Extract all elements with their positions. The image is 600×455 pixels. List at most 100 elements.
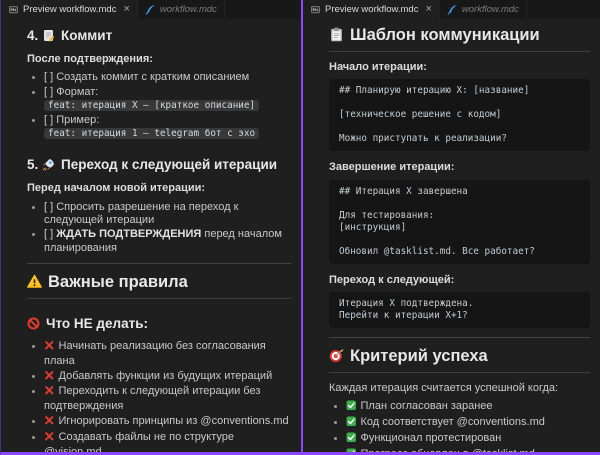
tab-label: Preview workflow.mdc [325, 4, 418, 15]
code-line: [инструкция] [339, 222, 580, 234]
code-line: [техническое решение с кодом] [339, 109, 580, 121]
paragraph: Каждая итерация считается успешной когда… [329, 381, 590, 395]
code-line: Для тестирования: [339, 210, 580, 222]
code-line [339, 121, 580, 133]
tab-workflow-mdc[interactable]: workflow.mdc [138, 0, 225, 19]
tab-label: workflow.mdc [462, 4, 519, 15]
list-item: [ ] Формат: feat: итерация X — [краткое … [44, 86, 291, 113]
tab-label: Preview workflow.mdc [23, 4, 116, 15]
section-heading: Что НЕ делать: [27, 315, 291, 334]
markdown-preview-content[interactable]: 4. Коммит После подтверждения: [ ] Создать… [1, 19, 301, 452]
code-line [339, 97, 580, 109]
list-item-text: Функционал протестирован [361, 432, 502, 444]
list-item: [ ] Пример: feat: итерация 1 — telegram … [44, 114, 291, 141]
code-line: Обновил @tasklist.md. Все работает? [339, 246, 580, 258]
list-item-text: Прогресс обновлен в @tasklist.md [361, 448, 535, 452]
check-icon [346, 432, 357, 447]
list-item: Игнорировать принципы из @conventions.md [44, 415, 291, 430]
code-line [339, 198, 580, 210]
clipboard-icon [329, 27, 344, 47]
list-item-text: [ ] [44, 228, 56, 240]
cross-icon [44, 340, 55, 355]
code-line [339, 234, 580, 246]
code-block: Итерация X подтверждена.Перейти к итерац… [329, 292, 590, 328]
code-block: ## Планирую итерацию X: [название] [техни… [329, 79, 590, 151]
list-item: Переходить к следующей итерации без подт… [44, 385, 291, 413]
heading-text: Важные правила [48, 273, 188, 291]
heading-text: Критерий успеха [350, 347, 488, 365]
list-item-text: Добавлять функции из будущих итераций [59, 370, 273, 382]
editor-panel-left: Preview workflow.mdc × workflow.mdc 4. Комм… [1, 0, 301, 452]
code-line: Перейти к итерации X+1? [339, 310, 580, 322]
bullet-list: [ ] Создать коммит с кратким описанием [ … [27, 71, 291, 140]
close-icon[interactable]: × [425, 4, 431, 15]
cross-icon [44, 385, 55, 400]
paragraph: Завершение итерации: [329, 160, 590, 174]
cross-icon [44, 370, 55, 385]
list-item-text: [ ] Формат: [44, 86, 98, 98]
warning-icon [27, 274, 42, 294]
markdown-preview-content[interactable]: Шаблон коммуникацииНачало итерации:## Пл… [303, 19, 600, 452]
bullet-list: [ ] Спросить разрешение на переход к сле… [27, 201, 291, 256]
list-item: Прогресс обновлен в @tasklist.md [346, 448, 590, 452]
list-item-text: ЖДАТЬ ПОДТВЕРЖДЕНИЯ [56, 228, 201, 240]
check-icon [346, 416, 357, 431]
markdown-preview-icon [310, 4, 321, 15]
tab-preview-workflow-mdc[interactable]: Preview workflow.mdc × [1, 0, 138, 19]
heading-text: Шаблон коммуникации [350, 26, 540, 44]
list-item-text: [ ] Создать коммит с кратким описанием [44, 71, 249, 83]
target-icon [329, 348, 344, 368]
code-line: Итерация X подтверждена. [339, 298, 580, 310]
list-item-text: Начинать реализацию без согласования пла… [44, 340, 266, 367]
prohibited-icon [27, 317, 40, 334]
cross-icon [44, 415, 55, 430]
close-icon[interactable]: × [123, 4, 129, 15]
heading-number: 4. [27, 28, 42, 43]
list-item-text: Игнорировать принципы из @conventions.md [59, 415, 289, 427]
heading-text: Коммит [61, 28, 112, 43]
list-item-text: Переходить к следующей итерации без подт… [44, 385, 260, 412]
list-item-text: Код соответствует @conventions.md [361, 416, 545, 428]
list-item: План согласован заранее [346, 400, 590, 415]
tab-label: workflow.mdc [160, 4, 217, 15]
list-item: Функционал протестирован [346, 432, 590, 447]
code-line: Можно приступать к реализации? [339, 133, 580, 145]
inline-code: feat: итерация X — [краткое описание] [44, 100, 259, 111]
paragraph: Перед началом новой итерации: [27, 181, 291, 195]
list-item: Код соответствует @conventions.md [346, 416, 590, 431]
memo-icon [42, 29, 55, 46]
check-icon [346, 448, 357, 452]
code-line: ## Итерация X завершена [339, 186, 580, 198]
editor-panel-right: Preview workflow.mdc × workflow.mdc Шаблон … [303, 0, 600, 452]
section-heading: 5. Переход к следующей итерации [27, 156, 291, 175]
list-item: [ ] ЖДАТЬ ПОДТВЕРЖДЕНИЯ перед началом пл… [44, 228, 291, 255]
list-item-text: План согласован заранее [361, 400, 493, 412]
bullet-list: План согласован заранее Код соответствует… [329, 400, 590, 452]
section-heading: Важные правила [27, 272, 291, 299]
bullet-list: Начинать реализацию без согласования пла… [27, 340, 291, 452]
list-item-text: [ ] Пример: [44, 114, 99, 126]
list-item: Добавлять функции из будущих итераций [44, 370, 291, 385]
code-line: ## Планирую итерацию X: [название] [339, 85, 580, 97]
list-item-text: Создавать файлы не по структуре @vision.… [44, 431, 234, 452]
horizontal-rule [329, 337, 590, 338]
list-item: Начинать реализацию без согласования пла… [44, 340, 291, 368]
markdown-preview-icon [8, 4, 19, 15]
paragraph: После подтверждения: [27, 52, 291, 66]
section-heading: Шаблон коммуникации [329, 25, 590, 52]
list-item: [ ] Спросить разрешение на переход к сле… [44, 201, 291, 228]
tab-preview-workflow-mdc[interactable]: Preview workflow.mdc × [303, 0, 440, 19]
inline-code: feat: итерация 1 — telegram бот с эхо [44, 128, 259, 139]
paragraph: Переход к следующей: [329, 273, 590, 287]
cross-icon [44, 431, 55, 446]
tab-bar: Preview workflow.mdc × workflow.mdc [1, 0, 301, 19]
heading-text: Что НЕ делать: [46, 316, 148, 331]
list-item: [ ] Создать коммит с кратким описанием [44, 71, 291, 84]
list-item: Создавать файлы не по структуре @vision.… [44, 431, 291, 452]
check-icon [346, 400, 357, 415]
tab-workflow-mdc[interactable]: workflow.mdc [440, 0, 527, 19]
mdc-file-icon [145, 4, 156, 15]
editor-split-view: Preview workflow.mdc × workflow.mdc 4. Комм… [0, 0, 600, 455]
tab-bar: Preview workflow.mdc × workflow.mdc [303, 0, 600, 19]
rocket-icon [42, 158, 55, 175]
